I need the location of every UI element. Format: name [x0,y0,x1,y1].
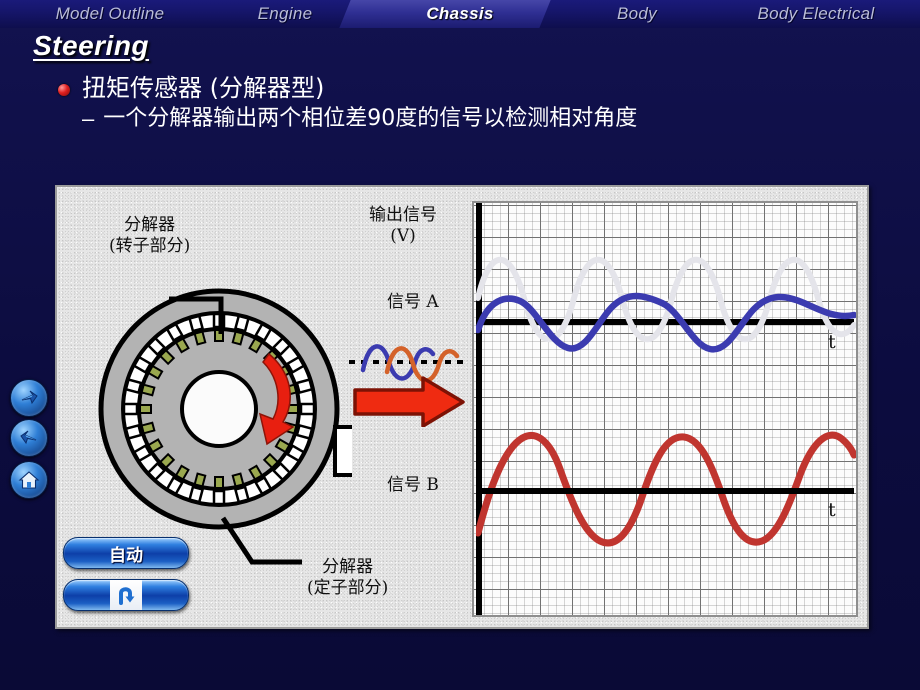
bullet-dash-icon: – [82,106,95,132]
label-resolver-stator: 分解器 (定子部分) [307,557,389,598]
bullet-item-secondary: – 一个分解器输出两个相位差90度的信号以检测相对角度 [82,106,888,132]
tab-model-outline[interactable]: Model Outline [10,0,210,28]
presentation-slide: Model Outline Engine Chassis Body Body E… [0,0,920,690]
back-arrow-icon [20,430,37,445]
auto-button-label: 自动 [109,545,143,566]
axis-label-t-signal-a: t [828,331,836,353]
replay-button[interactable] [63,579,189,611]
bullet-text-secondary: 一个分解器输出两个相位差90度的信号以检测相对角度 [103,106,638,132]
nav-forward-button[interactable] [10,379,48,417]
tab-engine[interactable]: Engine [210,0,360,28]
bullet-item-primary: 扭矩传感器 (分解器型) [58,74,888,102]
waveform-layer [476,256,856,547]
bullet-text-primary: 扭矩传感器 (分解器型) [82,74,325,102]
auto-button[interactable]: 自动 [63,537,189,569]
nav-back-button[interactable] [10,419,48,457]
tab-body[interactable]: Body [562,0,712,28]
label-output-signal: 输出信号 (V) [369,205,437,246]
home-icon [18,471,40,489]
tab-chassis[interactable]: Chassis [375,0,545,28]
label-signal-a: 信号 A [387,292,439,312]
tab-body-electrical[interactable]: Body Electrical [716,0,916,28]
label-resolver-rotor: 分解器 (转子部分) [109,215,191,256]
bullet-dot-icon [58,84,70,96]
top-tab-bar: Model Outline Engine Chassis Body Body E… [0,0,920,28]
page-title: Steering [33,30,150,61]
signal-b-baseline [476,488,854,494]
axis-label-t-signal-b: t [828,499,836,521]
illustration-panel: 分解器 (转子部分) 分解器 (定子部分) 输出信号 (V) 信号 A 信号 B [55,185,869,629]
phase-transfer-graphic [349,344,469,427]
replay-loop-icon [110,580,142,610]
nav-home-button[interactable] [10,461,48,499]
red-right-arrow-icon [353,376,465,427]
label-signal-b: 信号 B [387,475,439,495]
forward-arrow-icon [21,390,38,405]
bullet-list: 扭矩传感器 (分解器型) – 一个分解器输出两个相位差90度的信号以检测相对角度 [58,74,888,133]
output-signal-graph: t t [472,201,858,617]
